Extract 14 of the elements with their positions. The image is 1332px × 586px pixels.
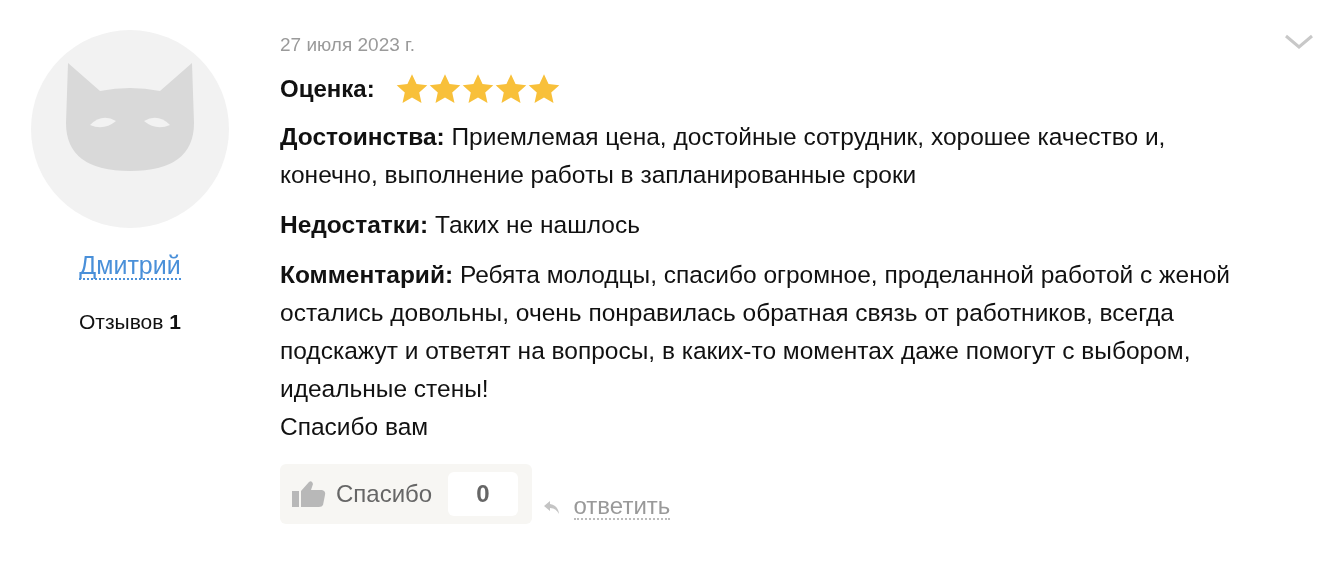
thanks-count: 0	[448, 472, 518, 516]
reply-arrow-icon	[543, 499, 560, 515]
author-name-link[interactable]: Дмитрий	[79, 252, 181, 280]
review-field: Комментарий: Ребята молодцы, спасибо огромное, проделанной работой с женой остались довольны, очень понравилась обратная связь от работников, всегда подскажут и ответят на вопросы, в каких-то моментах даже помогут с выбором, идеальные стены!	[280, 256, 1240, 408]
thumbs-up-icon	[292, 480, 326, 508]
thanks-button[interactable]: Спасибо 0	[280, 464, 532, 524]
reply-link[interactable]: ответить	[543, 494, 671, 520]
review-field: Достоинства: Приемлемая цена, достойные сотрудник, хорошее качество и, конечно, выполнение работы в запланированные сроки	[280, 118, 1240, 194]
rating-label: Оценка:	[280, 75, 375, 103]
reviews-count: Отзывов 1	[79, 310, 181, 334]
closing-text: Спасибо вам	[280, 412, 430, 442]
review-date: 27 июля 2023 г.	[280, 34, 416, 56]
chevron-down-icon[interactable]	[1284, 34, 1314, 50]
review-field: Недостатки: Таких не нашлось	[280, 206, 1240, 244]
